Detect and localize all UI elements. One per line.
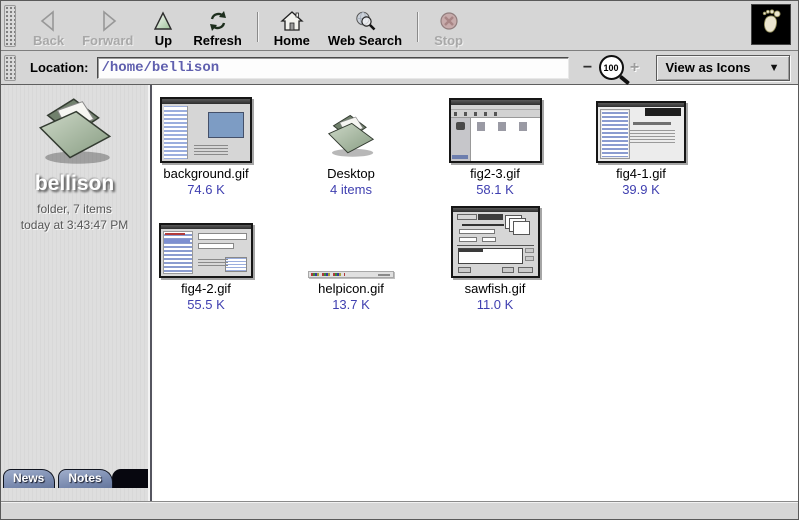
sidebar-folder-title: bellison bbox=[35, 172, 114, 196]
zoom-level-value: 100 bbox=[603, 63, 618, 73]
refresh-icon bbox=[206, 6, 230, 32]
file-size: 55.5 K bbox=[187, 297, 225, 312]
back-arrow-icon bbox=[37, 6, 61, 32]
stop-icon bbox=[437, 6, 461, 32]
back-label: Back bbox=[33, 33, 64, 48]
toolbar-grip-handle[interactable] bbox=[4, 5, 16, 47]
fig2-3-gif-thumbnail bbox=[449, 98, 542, 163]
file-size: 4 items bbox=[330, 182, 372, 197]
file-manager-window: Back Forward Up bbox=[0, 0, 799, 520]
zoom-in-button[interactable]: + bbox=[626, 57, 644, 79]
file-size: 74.6 K bbox=[187, 182, 225, 197]
file-size: 11.0 K bbox=[477, 297, 514, 312]
file-name: sawfish.gif bbox=[465, 281, 526, 296]
stop-label: Stop bbox=[434, 33, 463, 48]
stop-button[interactable]: Stop bbox=[425, 6, 472, 48]
refresh-label: Refresh bbox=[193, 33, 241, 48]
sidebar-tab-notes[interactable]: Notes bbox=[58, 469, 112, 488]
gnome-throbber[interactable] bbox=[751, 4, 791, 45]
tab-news-label: News bbox=[13, 471, 44, 485]
forward-button[interactable]: Forward bbox=[73, 6, 142, 48]
file-item-sawfish-gif[interactable]: sawfish.gif 11.0 K bbox=[435, 208, 555, 312]
home-icon bbox=[280, 6, 304, 32]
plus-icon: + bbox=[630, 59, 639, 76]
sidebar-folder-details: folder, 7 items bbox=[37, 203, 112, 216]
file-name: Desktop bbox=[327, 166, 375, 181]
tab-notes-label: Notes bbox=[68, 471, 101, 485]
file-item-helpicon-gif[interactable]: helpicon.gif 13.7 K bbox=[291, 208, 411, 312]
location-bar: Location: − 100 + View as Icons ▼ bbox=[1, 51, 798, 85]
file-item-fig4-1-gif[interactable]: fig4-1.gif 39.9 K bbox=[581, 93, 701, 197]
sawfish-gif-thumbnail bbox=[451, 206, 540, 278]
back-button[interactable]: Back bbox=[24, 6, 73, 48]
sidebar-folder-date: today at 3:43:47 PM bbox=[21, 219, 128, 232]
toolbar-separator bbox=[417, 12, 419, 42]
file-item-desktop[interactable]: Desktop 4 items bbox=[291, 93, 411, 197]
folder-icon bbox=[324, 111, 378, 163]
location-input[interactable] bbox=[97, 57, 569, 79]
file-size: 58.1 K bbox=[476, 182, 514, 197]
web-search-label: Web Search bbox=[328, 33, 402, 48]
status-bar bbox=[1, 501, 798, 519]
file-name: helpicon.gif bbox=[318, 281, 384, 296]
sidebar-tab-news[interactable]: News bbox=[3, 469, 55, 488]
location-bar-grip-handle[interactable] bbox=[4, 55, 16, 81]
file-name: fig2-3.gif bbox=[470, 166, 520, 181]
fig4-1-gif-thumbnail bbox=[596, 101, 686, 163]
toolbar-separator bbox=[257, 12, 259, 42]
file-name: fig4-2.gif bbox=[181, 281, 231, 296]
folder-icon-large bbox=[32, 93, 118, 170]
tab-row-filler bbox=[112, 469, 148, 488]
file-size: 39.9 K bbox=[622, 182, 660, 197]
file-name: fig4-1.gif bbox=[616, 166, 666, 181]
fig4-2-gif-thumbnail bbox=[159, 223, 253, 278]
view-mode-dropdown[interactable]: View as Icons ▼ bbox=[656, 55, 790, 81]
gnome-foot-icon bbox=[756, 6, 786, 43]
file-item-fig4-2-gif[interactable]: fig4-2.gif 55.5 K bbox=[154, 208, 266, 312]
background-gif-thumbnail bbox=[160, 97, 252, 163]
minus-icon: − bbox=[583, 59, 592, 76]
zoom-out-button[interactable]: − bbox=[579, 57, 597, 79]
view-mode-value: View as Icons bbox=[666, 60, 751, 75]
file-item-fig2-3-gif[interactable]: fig2-3.gif 58.1 K bbox=[435, 93, 555, 197]
home-button[interactable]: Home bbox=[265, 6, 319, 48]
file-size: 13.7 K bbox=[332, 297, 370, 312]
refresh-button[interactable]: Refresh bbox=[184, 6, 250, 48]
home-label: Home bbox=[274, 33, 310, 48]
location-label: Location: bbox=[30, 60, 89, 75]
sidebar-tab-row-1: News Notes bbox=[1, 467, 148, 488]
chevron-down-icon: ▼ bbox=[769, 62, 780, 74]
web-search-icon bbox=[353, 6, 377, 32]
forward-label: Forward bbox=[82, 33, 133, 48]
content-area: bellison folder, 7 items today at 3:43:4… bbox=[1, 85, 798, 501]
icon-view[interactable]: background.gif 74.6 K Desktop 4 items bbox=[154, 85, 798, 501]
up-button[interactable]: Up bbox=[142, 6, 184, 48]
toolbar: Back Forward Up bbox=[1, 1, 798, 51]
file-item-background-gif[interactable]: background.gif 74.6 K bbox=[154, 93, 266, 197]
up-label: Up bbox=[155, 33, 172, 48]
forward-arrow-icon bbox=[96, 6, 120, 32]
zoom-level-indicator[interactable]: 100 bbox=[599, 55, 624, 80]
file-name: background.gif bbox=[163, 166, 248, 181]
web-search-button[interactable]: Web Search bbox=[319, 6, 411, 48]
sidebar-tabs: News Notes Help History bbox=[1, 459, 148, 501]
up-arrow-icon bbox=[151, 6, 175, 32]
sidebar: bellison folder, 7 items today at 3:43:4… bbox=[1, 85, 148, 501]
helpicon-gif-thumbnail bbox=[308, 271, 394, 278]
